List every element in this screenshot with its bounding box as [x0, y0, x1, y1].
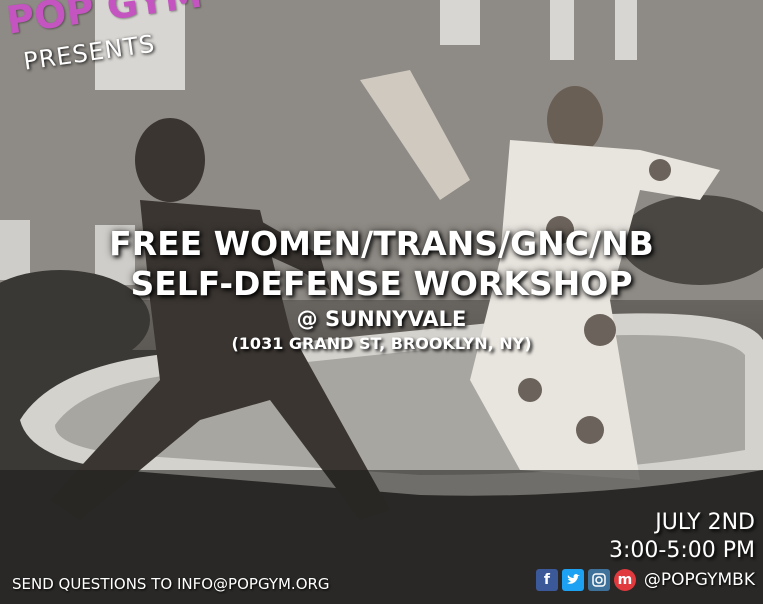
event-date: JULY 2ND: [655, 510, 755, 535]
headline-line-2: SELF-DEFENSE WORKSHOP: [130, 264, 633, 303]
brand-logo: POP GYM: [3, 0, 205, 43]
venue: @ SUNNYVALE: [296, 307, 467, 331]
headline-line-1: FREE WOMEN/TRANS/GNC/NB: [109, 224, 654, 263]
social-handle[interactable]: @POPGYMBK: [644, 570, 755, 590]
social-bar: f m @POPGYMBK: [535, 569, 755, 591]
meetup-icon[interactable]: m: [613, 569, 636, 591]
instagram-icon[interactable]: [587, 569, 610, 591]
poster: POP GYM PRESENTS FREE WOMEN/TRANS/GNC/NB…: [0, 0, 763, 604]
text-layer: POP GYM PRESENTS FREE WOMEN/TRANS/GNC/NB…: [0, 0, 763, 604]
event-time: 3:00-5:00 PM: [609, 538, 755, 563]
facebook-icon[interactable]: f: [535, 569, 558, 591]
headline: FREE WOMEN/TRANS/GNC/NB SELF-DEFENSE WOR…: [0, 224, 763, 304]
address: (1031 GRAND ST, BROOKLYN, NY): [231, 334, 532, 353]
contact-email: SEND QUESTIONS TO INFO@POPGYM.ORG: [12, 575, 330, 593]
twitter-icon[interactable]: [561, 569, 584, 591]
